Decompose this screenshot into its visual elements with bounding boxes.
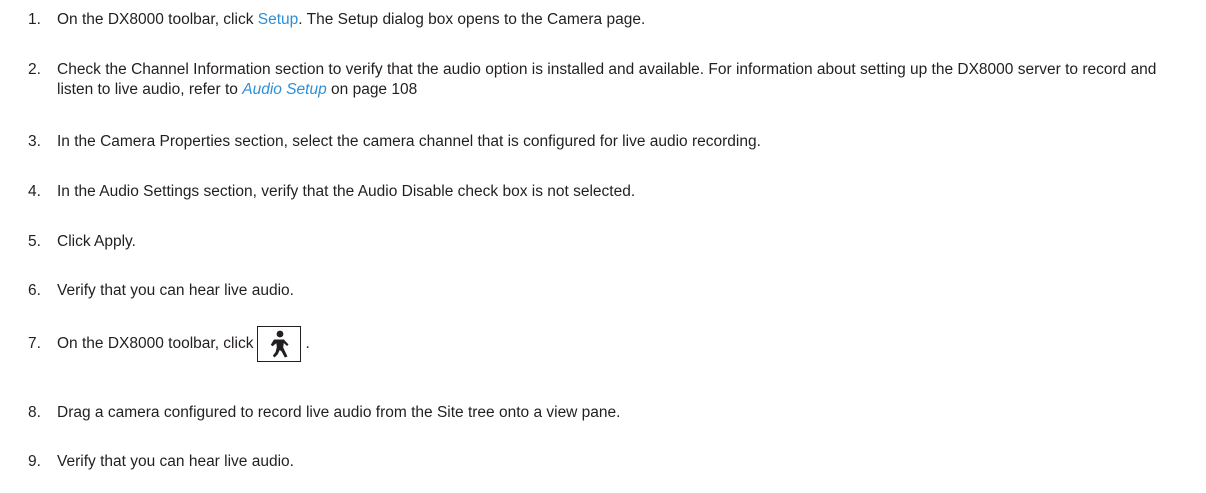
step-number: 3. — [28, 133, 41, 150]
step-2: 2. Check the Channel Information section… — [28, 60, 1196, 100]
step-text: On the DX8000 toolbar, click Setup. The … — [57, 10, 1196, 30]
step-text-after: on page 108 — [326, 81, 418, 98]
live-view-toolbar-button[interactable] — [257, 326, 302, 362]
step-text: Verify that you can hear live audio. — [57, 282, 294, 299]
step-text-before: On the DX8000 toolbar, click — [57, 335, 254, 353]
step-text-before: Check the Channel Information section to… — [57, 61, 1157, 98]
live-view-walking-person-icon — [271, 330, 289, 358]
step-text: Click Apply. — [57, 233, 136, 250]
step-number: 8. — [28, 404, 41, 421]
step-text-after: . — [305, 335, 310, 353]
step-3: 3. In the Camera Properties section, sel… — [28, 132, 1196, 152]
step-4: 4. In the Audio Settings section, verify… — [28, 182, 1196, 202]
step-text-after: . The Setup dialog box opens to the Came… — [298, 11, 646, 28]
step-number: 7. — [28, 335, 41, 352]
step-text: In the Audio Settings section, verify th… — [57, 183, 636, 200]
step-6: 6. Verify that you can hear live audio. — [28, 281, 1196, 301]
step-number: 1. — [28, 11, 41, 28]
step-7: 7. On the DX8000 toolbar, click . — [28, 326, 1196, 362]
step-number: 4. — [28, 183, 41, 200]
step-text: Drag a camera configured to record live … — [57, 404, 621, 421]
step-number: 6. — [28, 282, 41, 299]
step-number: 2. — [28, 61, 41, 78]
step-text: In the Camera Properties section, select… — [57, 133, 761, 150]
step-1: 1. On the DX8000 toolbar, click Setup. T… — [28, 10, 1196, 30]
step-5: 5. Click Apply. — [28, 232, 1196, 252]
audio-setup-link[interactable]: Audio Setup — [242, 81, 326, 98]
step-text-before: On the DX8000 toolbar, click — [57, 11, 258, 28]
step-number: 9. — [28, 453, 41, 470]
setup-link[interactable]: Setup — [258, 11, 299, 28]
step-number: 5. — [28, 233, 41, 250]
step-text: Verify that you can hear live audio. — [57, 453, 294, 470]
step-text: On the DX8000 toolbar, click . — [57, 326, 1196, 362]
step-text: Check the Channel Information section to… — [57, 60, 1196, 100]
step-8: 8. Drag a camera configured to record li… — [28, 403, 1196, 423]
step-9: 9. Verify that you can hear live audio. — [28, 452, 1196, 472]
